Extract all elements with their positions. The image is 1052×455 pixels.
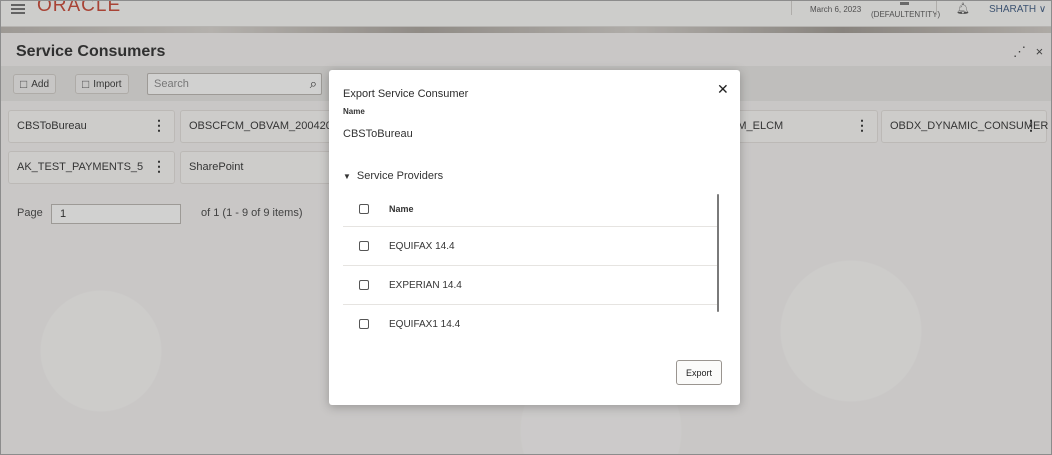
export-dialog: Export Service Consumer ✕ Name CBSToBure…: [329, 70, 740, 405]
section-label: Service Providers: [356, 170, 444, 182]
list-header: Name: [343, 192, 719, 227]
row-checkbox[interactable]: [359, 319, 369, 329]
export-button[interactable]: Export: [676, 360, 722, 385]
row-checkbox[interactable]: [359, 241, 369, 251]
dialog-title: Export Service Consumer: [343, 88, 469, 100]
column-header-name: Name: [389, 204, 414, 214]
service-providers-toggle[interactable]: ▼ Service Providers: [343, 170, 443, 182]
list-item: EQUIFAX 14.4: [343, 227, 719, 266]
chevron-down-icon: ▼: [343, 171, 351, 181]
name-label: Name: [343, 107, 365, 116]
provider-label: EXPERIAN 14.4: [389, 279, 462, 291]
list-item: EXPERIAN 14.4: [343, 266, 719, 305]
row-checkbox[interactable]: [359, 280, 369, 290]
provider-label: EQUIFAX 14.4: [389, 240, 455, 252]
provider-label: EQUIFAX1 14.4: [389, 318, 461, 330]
list-item: EQUIFAX1 14.4: [343, 305, 719, 342]
app-frame: ORACLE March 6, 2023 (DEFAULTENTITY) 🔔︎ …: [0, 0, 1052, 455]
providers-list: Name EQUIFAX 14.4 EXPERIAN 14.4 EQUIFAX1…: [343, 192, 719, 342]
close-icon[interactable]: ✕: [717, 81, 729, 98]
name-value: CBSToBureau: [343, 128, 413, 140]
select-all-checkbox[interactable]: [359, 204, 369, 214]
list-scrollbar[interactable]: [717, 194, 719, 312]
